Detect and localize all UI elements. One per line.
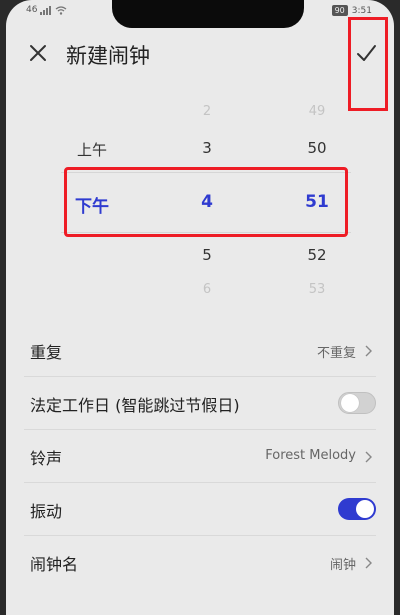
alarm-name-value: 闹钟 xyxy=(329,558,356,573)
battery-indicator: 90 xyxy=(331,5,348,16)
signal-label: 46 xyxy=(26,5,38,15)
toggle-knob xyxy=(356,500,374,518)
page-title: 新建闹钟 xyxy=(66,44,150,68)
status-left: 46 xyxy=(26,5,67,15)
repeat-label: 重复 xyxy=(30,343,63,362)
minute-option[interactable]: 49 xyxy=(309,104,326,119)
status-right: 90 3:51 xyxy=(331,5,372,16)
ringtone-value: Forest Melody xyxy=(265,448,356,463)
toggle-knob xyxy=(341,394,359,412)
vibrate-toggle[interactable] xyxy=(338,498,376,520)
alarm-name-label: 闹钟名 xyxy=(30,555,79,574)
status-time: 3:51 xyxy=(351,5,372,16)
phone-screen: 46 90 3:51 新建闹钟 上午 下午 2 3 4 5 6 49 50 51… xyxy=(6,0,394,615)
vibrate-label: 振动 xyxy=(30,502,63,521)
ampm-option-am[interactable]: 上午 xyxy=(77,139,107,160)
minute-option[interactable]: 53 xyxy=(309,282,326,297)
repeat-row[interactable]: 重复 不重复 xyxy=(24,324,376,377)
hour-option[interactable]: 3 xyxy=(202,139,212,157)
close-icon xyxy=(30,45,46,61)
hour-option[interactable]: 5 xyxy=(202,246,212,264)
chevron-right-icon xyxy=(365,557,372,569)
minute-option[interactable]: 52 xyxy=(307,246,326,264)
workday-toggle[interactable] xyxy=(338,392,376,414)
ringtone-row[interactable]: 铃声 Forest Melody xyxy=(24,430,376,483)
header: 新建闹钟 xyxy=(6,30,394,78)
camera-notch xyxy=(112,0,304,28)
chevron-right-icon xyxy=(365,451,372,463)
hour-option[interactable]: 6 xyxy=(203,282,211,297)
minute-option[interactable]: 50 xyxy=(307,139,326,157)
chevron-right-icon xyxy=(365,345,372,357)
wifi-icon xyxy=(56,5,67,15)
settings-list: 重复 不重复 法定工作日 (智能跳过节假日) 铃声 Forest Melody … xyxy=(6,324,394,588)
close-button[interactable] xyxy=(26,41,50,65)
hour-option[interactable]: 2 xyxy=(203,104,211,119)
signal-icon xyxy=(40,5,52,15)
workday-row: 法定工作日 (智能跳过节假日) xyxy=(24,377,376,430)
ringtone-label: 铃声 xyxy=(30,449,63,468)
repeat-value: 不重复 xyxy=(316,346,356,361)
workday-label: 法定工作日 (智能跳过节假日) xyxy=(30,396,240,415)
alarm-name-row[interactable]: 闹钟名 闹钟 xyxy=(24,536,376,588)
time-highlight-box xyxy=(64,167,348,237)
vibrate-row: 振动 xyxy=(24,483,376,536)
